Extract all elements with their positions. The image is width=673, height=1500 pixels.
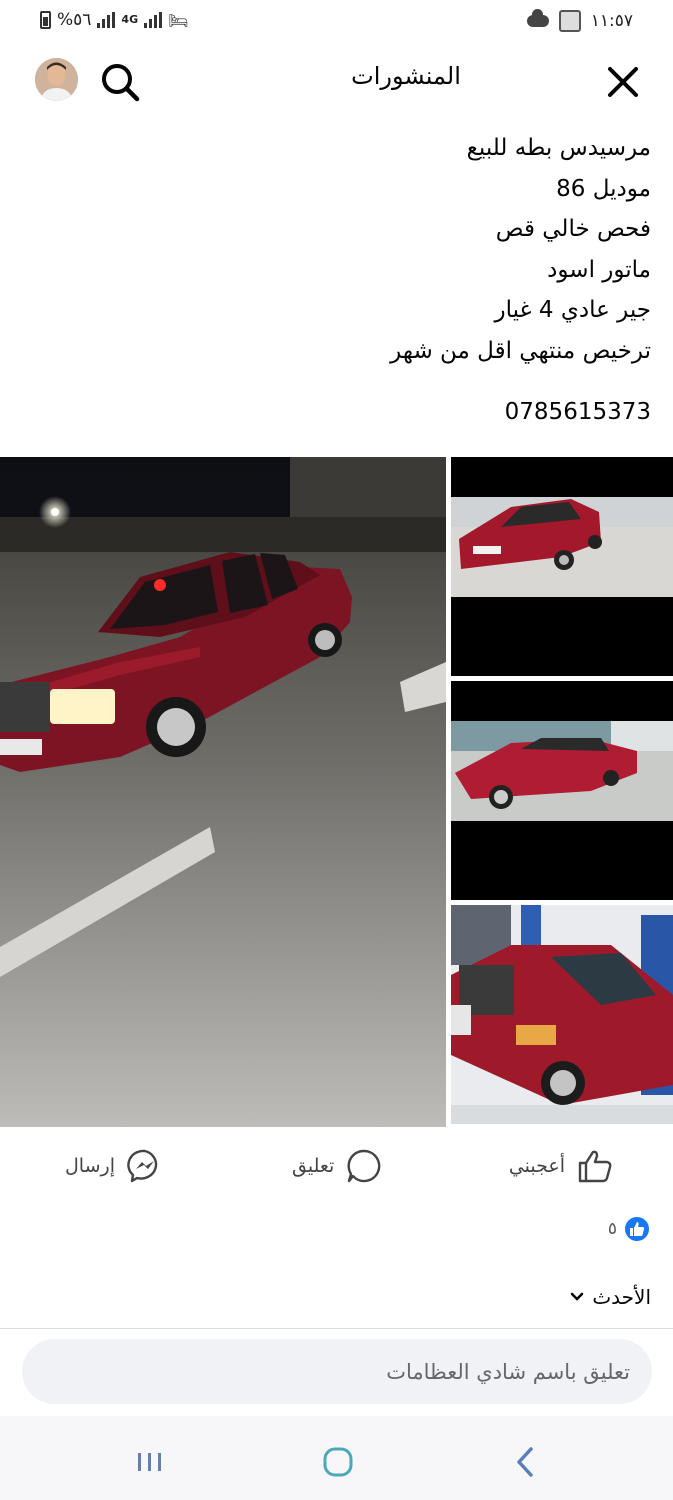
close-icon (608, 67, 638, 97)
post-phone-number[interactable]: 0785615373 (31, 392, 651, 433)
battery-level: %٥٦ (57, 10, 92, 30)
page-title: المنشورات (351, 62, 461, 90)
network-type: 4G (121, 13, 139, 26)
back-button[interactable] (505, 1442, 545, 1482)
like-label: أعجبني (508, 1155, 565, 1177)
system-nav-bar (0, 1416, 673, 1500)
cloud-icon (526, 9, 549, 27)
send-button[interactable]: إرسال (65, 1148, 163, 1184)
thumb-photo[interactable] (451, 905, 673, 1124)
divider (0, 1328, 673, 1329)
post-line: ماتور اسود (547, 256, 651, 283)
sort-label: الأحدث (592, 1285, 651, 1309)
comment-icon (347, 1149, 381, 1183)
recents-button[interactable] (130, 1442, 170, 1482)
post-actions: أعجبني تعليق إرسال (0, 1140, 673, 1196)
battery-icon (40, 11, 51, 29)
comment-box (22, 1339, 652, 1404)
photo-grid (0, 457, 673, 1127)
status-bar: %٥٦ 4G 🛏 ١١:٥٧ (0, 0, 673, 46)
like-reaction-icon (623, 1215, 651, 1243)
back-icon (517, 1447, 533, 1477)
send-label: إرسال (65, 1155, 115, 1177)
main-photo[interactable] (0, 457, 446, 1127)
comment-button[interactable]: تعليق (292, 1148, 382, 1184)
home-button[interactable] (318, 1442, 358, 1482)
search-icon (102, 64, 140, 102)
recents-icon (138, 1453, 161, 1471)
comment-label: تعليق (292, 1155, 335, 1177)
post-line: فحص خالي قص (495, 216, 651, 243)
gallery-notification-icon (558, 10, 581, 32)
signal-icon-2 (144, 12, 163, 28)
thumbs-up-icon (578, 1150, 612, 1183)
status-left: %٥٦ 4G 🛏 (40, 10, 188, 30)
messenger-icon (127, 1149, 158, 1183)
home-icon (323, 1447, 353, 1477)
reaction-summary[interactable]: ٥ (608, 1215, 651, 1243)
signal-icon (97, 12, 116, 28)
reaction-count: ٥ (607, 1219, 617, 1239)
post-line: جير عادي 4 غيار (494, 297, 652, 324)
sleep-icon: 🛏 (168, 10, 189, 30)
search-button[interactable] (98, 60, 142, 104)
post-line: مرسيدس بطه للبيع (466, 135, 651, 161)
like-button[interactable]: أعجبني (509, 1148, 613, 1184)
clock: ١١:٥٧ (590, 11, 633, 31)
avatar[interactable] (35, 58, 78, 101)
close-button[interactable] (603, 62, 643, 102)
status-right: ١١:٥٧ (526, 9, 633, 32)
app-header: المنشورات (0, 46, 673, 112)
comment-input[interactable] (22, 1339, 652, 1404)
thumb-photo[interactable] (451, 457, 673, 676)
post-body: مرسيدس بطه للبيع موديل 86 فحص خالي قص ما… (31, 128, 651, 432)
comment-sort[interactable]: الأحدث (570, 1285, 651, 1309)
chevron-down-icon (571, 1292, 584, 1301)
post-line: ترخيص منتهي اقل من شهر (390, 337, 651, 364)
post-line: موديل 86 (556, 175, 651, 202)
thumb-photo[interactable] (451, 681, 673, 900)
